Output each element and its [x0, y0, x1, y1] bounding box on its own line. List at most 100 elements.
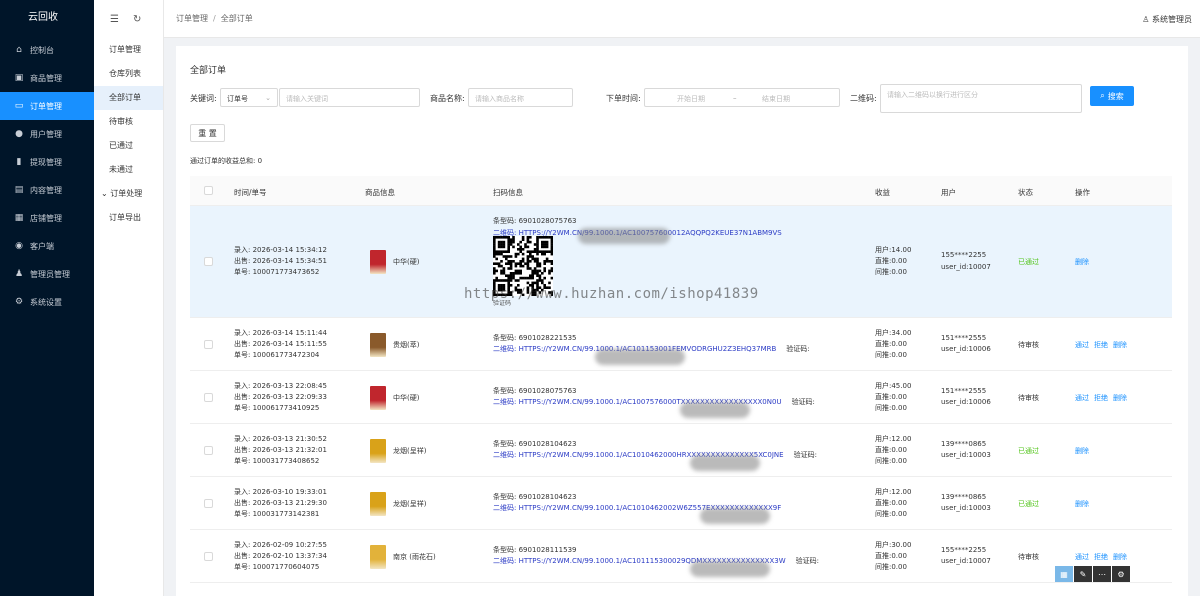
- submenu-item[interactable]: 待审核: [94, 110, 163, 134]
- sidebar-item[interactable]: ▭ 订单管理: [0, 92, 94, 120]
- user-menu[interactable]: ♙ 系统管理员: [1142, 14, 1192, 25]
- collapse-menu-icon[interactable]: ☰: [110, 14, 119, 25]
- barcode: 条型码: 6901028221535: [493, 333, 577, 342]
- row-checkbox[interactable]: [204, 339, 213, 349]
- product-input[interactable]: 请输入商品名称: [468, 88, 573, 107]
- bag-icon: ▣: [14, 73, 24, 83]
- column-header: 商品信息: [365, 188, 395, 197]
- breadcrumb-item[interactable]: 订单管理: [176, 14, 208, 23]
- row-action-link[interactable]: 删除: [1113, 394, 1127, 402]
- sidebar-item[interactable]: ▦ 店铺管理: [0, 204, 94, 232]
- row-actions: 通过 拒绝 删除: [1075, 393, 1132, 403]
- globe-icon: ◉: [15, 241, 23, 251]
- verify-code: 验证码:: [793, 451, 817, 459]
- range-separator: –: [733, 94, 737, 102]
- sidebar-item[interactable]: ▮ 提现管理: [0, 148, 94, 176]
- select-all-checkbox[interactable]: [204, 186, 213, 195]
- row-action-link[interactable]: 删除: [1113, 553, 1127, 561]
- submenu-item[interactable]: ⌄ 订单处理: [94, 182, 163, 206]
- submenu-item[interactable]: 仓库列表: [94, 62, 163, 86]
- earnings: 用户:12.00 直推:0.00 间推:0.00: [875, 487, 912, 518]
- sidebar-item[interactable]: ▣ 商品管理: [0, 64, 94, 92]
- qrcode-textarea[interactable]: 请输入二维码以换行进行区分: [880, 84, 1082, 113]
- gear-icon[interactable]: ⚙: [1112, 566, 1130, 582]
- row-actions: 通过 拒绝 删除: [1075, 552, 1132, 562]
- mosaic-blur: [680, 401, 750, 418]
- sidebar-item[interactable]: ● 用户管理: [0, 120, 94, 148]
- qrcode-label: 二维码:: [493, 451, 517, 459]
- row-action-link[interactable]: 删除: [1075, 500, 1089, 508]
- start-date[interactable]: 开始日期: [677, 94, 705, 104]
- row-action-link[interactable]: 删除: [1075, 258, 1089, 266]
- qrcode-label: 二维码:: [493, 398, 517, 406]
- search-button[interactable]: ⌕ 搜索: [1090, 86, 1134, 106]
- row-actions: 删除: [1075, 446, 1094, 456]
- order-times: 录入: 2026-02-09 10:27:55 出售: 2026-02-10 13…: [234, 540, 327, 571]
- row-action-link[interactable]: 拒绝: [1094, 553, 1108, 561]
- refresh-icon[interactable]: ↻: [133, 14, 141, 25]
- keyword-type-select[interactable]: 订单号 ⌄: [220, 88, 278, 107]
- sidebar-item[interactable]: ▤ 内容管理: [0, 176, 94, 204]
- table-row: 录入: 2026-02-09 10:27:55 出售: 2026-02-10 13…: [190, 530, 1172, 583]
- row-action-link[interactable]: 拒绝: [1094, 341, 1108, 349]
- row-action-link[interactable]: 删除: [1113, 341, 1127, 349]
- row-checkbox[interactable]: [204, 445, 213, 455]
- row-checkbox[interactable]: [204, 392, 213, 402]
- order-times: 录入: 2026-03-13 22:08:45 出售: 2026-03-13 22…: [234, 381, 327, 412]
- scan-info: 条型码: 6901028075763 二维码: HTTPS://Y2WM.CN/…: [493, 386, 815, 409]
- sidebar-item[interactable]: ⚙ 系统设置: [0, 288, 94, 316]
- product-image: [370, 438, 386, 463]
- row-action-link[interactable]: 通过: [1075, 341, 1089, 349]
- row-action-link[interactable]: 通过: [1075, 394, 1089, 402]
- keyword-input[interactable]: 请输入关键词: [279, 88, 420, 107]
- edit-icon[interactable]: ✎: [1074, 566, 1092, 582]
- submenu-item[interactable]: 全部订单: [94, 86, 163, 110]
- row-checkbox[interactable]: [204, 498, 213, 508]
- row-checkbox[interactable]: [204, 257, 213, 266]
- gear-icon: ⚙: [14, 297, 24, 307]
- product-label: 商品名称:: [430, 94, 465, 103]
- qrcode-label: 二维码:: [850, 94, 877, 103]
- order-times: 录入: 2026-03-13 21:30:52 出售: 2026-03-13 21…: [234, 434, 327, 465]
- column-header: 扫码信息: [493, 188, 523, 197]
- order-times: 录入: 2026-03-14 15:11:44 出售: 2026-03-14 15…: [234, 328, 327, 359]
- column-header: 状态: [1018, 188, 1033, 197]
- sidebar-item-label: 控制台: [30, 45, 54, 55]
- submenu-item[interactable]: 订单导出: [94, 206, 163, 230]
- row-action-link[interactable]: 拒绝: [1094, 394, 1108, 402]
- chart-icon: ▮: [16, 157, 22, 167]
- product-name: 中华(硬): [393, 393, 420, 402]
- barcode: 条型码: 6901028104623: [493, 492, 577, 501]
- submenu-item[interactable]: 未通过: [94, 158, 163, 182]
- table-row: 录入: 2026-03-10 19:33:01 出售: 2026-03-13 21…: [190, 477, 1172, 530]
- reset-button[interactable]: 重 置: [190, 124, 225, 142]
- column-header: 用户: [941, 188, 956, 197]
- row-actions: 通过 拒绝 删除: [1075, 340, 1132, 350]
- earnings: 用户:30.00 直推:0.00 间推:0.00: [875, 540, 912, 571]
- order-times: 录入: 2026-03-10 19:33:01 出售: 2026-03-13 21…: [234, 487, 327, 518]
- earnings: 用户:14.00 直推:0.00 间推:0.00: [875, 246, 912, 276]
- sidebar-item-label: 商品管理: [30, 73, 62, 83]
- layout-icon[interactable]: ▦: [1055, 566, 1073, 582]
- date-range-picker[interactable]: 开始日期 – 结束日期: [644, 88, 840, 107]
- end-date[interactable]: 结束日期: [762, 94, 790, 104]
- submenu-item[interactable]: 已通过: [94, 134, 163, 158]
- product-name: 中华(硬): [393, 258, 420, 266]
- sidebar-item[interactable]: ⌂ 控制台: [0, 36, 94, 64]
- main-panel: 全部订单 关键词: 订单号 ⌄ 请输入关键词 商品名称: 请输入商品名称 下单时间…: [176, 46, 1188, 596]
- order-times: 录入: 2026-03-14 15:34:12 出售: 2026-03-14 15…: [234, 246, 327, 276]
- earnings: 用户:12.00 直推:0.00 间推:0.00: [875, 434, 912, 465]
- row-checkbox[interactable]: [204, 551, 213, 561]
- mosaic-blur: [690, 454, 760, 471]
- sidebar-item[interactable]: ◉ 客户端: [0, 232, 94, 260]
- breadcrumb-item: 全部订单: [220, 14, 253, 23]
- sidebar-item[interactable]: ♟ 管理员管理: [0, 260, 94, 288]
- topbar: 订单管理 / 全部订单 ♙ 系统管理员: [164, 0, 1200, 38]
- row-action-link[interactable]: 删除: [1075, 447, 1089, 455]
- product-image: [370, 385, 386, 410]
- column-header: 操作: [1075, 188, 1090, 197]
- sidebar-item-label: 店铺管理: [30, 213, 62, 223]
- submenu-item[interactable]: 订单管理: [94, 38, 163, 62]
- row-action-link[interactable]: 通过: [1075, 553, 1089, 561]
- more-icon[interactable]: ⋯: [1093, 566, 1111, 582]
